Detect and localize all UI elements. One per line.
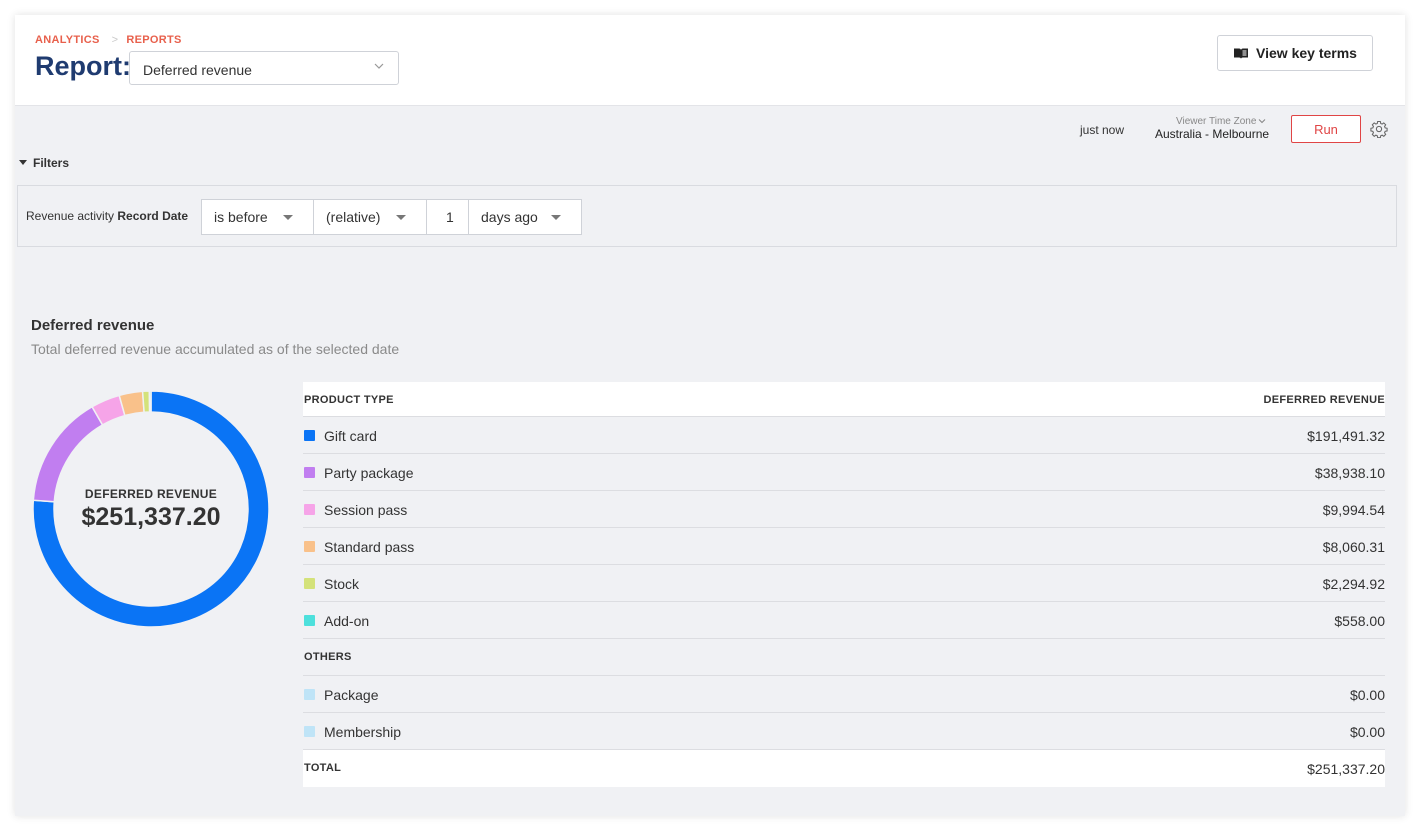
deferred-revenue-amount: $38,938.10 <box>1314 465 1385 481</box>
product-type-name: Party package <box>324 465 414 481</box>
filter-operator-value: is before <box>214 209 268 225</box>
table-row: Membership $0.00 <box>303 713 1385 750</box>
report-select-value: Deferred revenue <box>143 62 252 78</box>
breadcrumb-separator-icon: > <box>111 34 119 46</box>
timezone-label: Viewer Time Zone <box>1176 116 1257 127</box>
deferred-revenue-amount: $558.00 <box>1334 613 1385 629</box>
table-row: Gift card $191,491.32 <box>303 417 1385 454</box>
donut-center-value: $251,337.20 <box>81 503 221 531</box>
table-row: Standard pass $8,060.31 <box>303 528 1385 565</box>
product-type-name: Stock <box>324 576 360 592</box>
product-type-name: Standard pass <box>324 539 415 555</box>
caret-down-icon <box>396 215 406 220</box>
table-row: Session pass $9,994.54 <box>303 491 1385 528</box>
view-key-terms-button[interactable]: View key terms <box>1217 35 1373 71</box>
section-subtitle: Total deferred revenue accumulated as of… <box>31 341 400 357</box>
table-row: Package $0.00 <box>303 676 1385 713</box>
filter-unit-value: days ago <box>481 209 538 225</box>
legend-swatch <box>304 726 315 737</box>
table-row: Party package $38,938.10 <box>303 454 1385 491</box>
filter-unit-select[interactable]: days ago <box>468 199 582 235</box>
filters-label: Filters <box>33 156 70 170</box>
report-header: ANALYTICS > REPORTS Report: Deferred reven… <box>15 15 1405 106</box>
product-type-name: Membership <box>324 724 402 740</box>
book-icon <box>1234 48 1249 59</box>
caret-down-icon <box>19 160 27 165</box>
section-title: Deferred revenue <box>31 317 155 334</box>
breadcrumb: ANALYTICS > REPORTS <box>35 34 182 46</box>
total-amount: $251,337.20 <box>1307 761 1385 777</box>
last-run-time: just now <box>1080 123 1125 137</box>
product-type-name: Package <box>324 687 379 703</box>
donut-slice-stock[interactable] <box>141 391 151 414</box>
breadcrumb-reports[interactable]: REPORTS <box>126 34 181 46</box>
deferred-revenue-amount: $8,060.31 <box>1322 539 1385 555</box>
run-button[interactable]: Run <box>1291 115 1361 143</box>
filter-operator-select[interactable]: is before <box>201 199 314 235</box>
others-group-row: OTHERS <box>303 639 1385 676</box>
legend-swatch <box>304 430 315 441</box>
legend-swatch <box>304 541 315 552</box>
chevron-down-icon <box>1259 119 1266 124</box>
column-header-product-type: PRODUCT TYPE <box>304 394 394 406</box>
deferred-revenue-amount: $0.00 <box>1349 724 1385 740</box>
table-row: Stock $2,294.92 <box>303 565 1385 602</box>
filter-row: Revenue activity Record Date is before (… <box>17 185 1397 247</box>
gear-icon[interactable] <box>1370 120 1388 138</box>
deferred-revenue-amount: $0.00 <box>1349 687 1385 703</box>
filter-mode-value: (relative) <box>326 209 381 225</box>
deferred-revenue-table: PRODUCT TYPE DEFERRED REVENUE Gift card $… <box>303 382 1385 787</box>
timezone-select[interactable]: Viewer Time Zone <box>1176 116 1266 127</box>
legend-swatch <box>304 615 315 626</box>
product-type-name: Add-on <box>324 613 370 629</box>
timezone-value[interactable]: Australia - Melbourne <box>1155 127 1269 141</box>
filter-field-label: Revenue activity Record Date <box>26 209 188 223</box>
legend-swatch <box>304 504 315 515</box>
breadcrumb-analytics[interactable]: ANALYTICS <box>35 34 100 46</box>
report-frame: ANALYTICS > REPORTS Report: Deferred reven… <box>15 15 1405 816</box>
deferred-revenue-amount: $2,294.92 <box>1322 576 1385 592</box>
total-row: TOTAL $251,337.20 <box>303 750 1385 787</box>
legend-swatch <box>304 689 315 700</box>
product-type-name: Session pass <box>324 502 408 518</box>
filter-amount-input[interactable]: 1 <box>426 199 469 235</box>
donut-center-label: DEFERRED REVENUE <box>84 487 218 501</box>
deferred-revenue-amount: $9,994.54 <box>1322 502 1385 518</box>
report-select[interactable]: Deferred revenue <box>129 51 399 85</box>
filter-mode-select[interactable]: (relative) <box>313 199 427 235</box>
page-title: Report: <box>35 51 131 81</box>
others-group-label: OTHERS <box>304 651 352 663</box>
total-label: TOTAL <box>304 762 342 774</box>
donut-slice-add-on[interactable] <box>148 391 152 413</box>
caret-down-icon <box>283 215 293 220</box>
product-type-name: Gift card <box>324 428 377 444</box>
table-row: Add-on $558.00 <box>303 602 1385 639</box>
filter-label-prefix: Revenue activity <box>26 209 115 223</box>
column-header-deferred-revenue: DEFERRED REVENUE <box>1263 394 1385 406</box>
caret-down-icon <box>551 215 561 220</box>
legend-swatch <box>304 578 315 589</box>
view-key-terms-label: View key terms <box>1256 45 1357 61</box>
filter-amount-value: 1 <box>446 209 454 225</box>
legend-swatch <box>304 467 315 478</box>
filters-toggle[interactable]: Filters <box>19 156 69 170</box>
chevron-down-icon <box>374 63 384 69</box>
filter-label-field: Record Date <box>117 209 189 223</box>
deferred-revenue-amount: $191,491.32 <box>1307 428 1385 444</box>
table-header-row: PRODUCT TYPE DEFERRED REVENUE <box>303 382 1385 417</box>
